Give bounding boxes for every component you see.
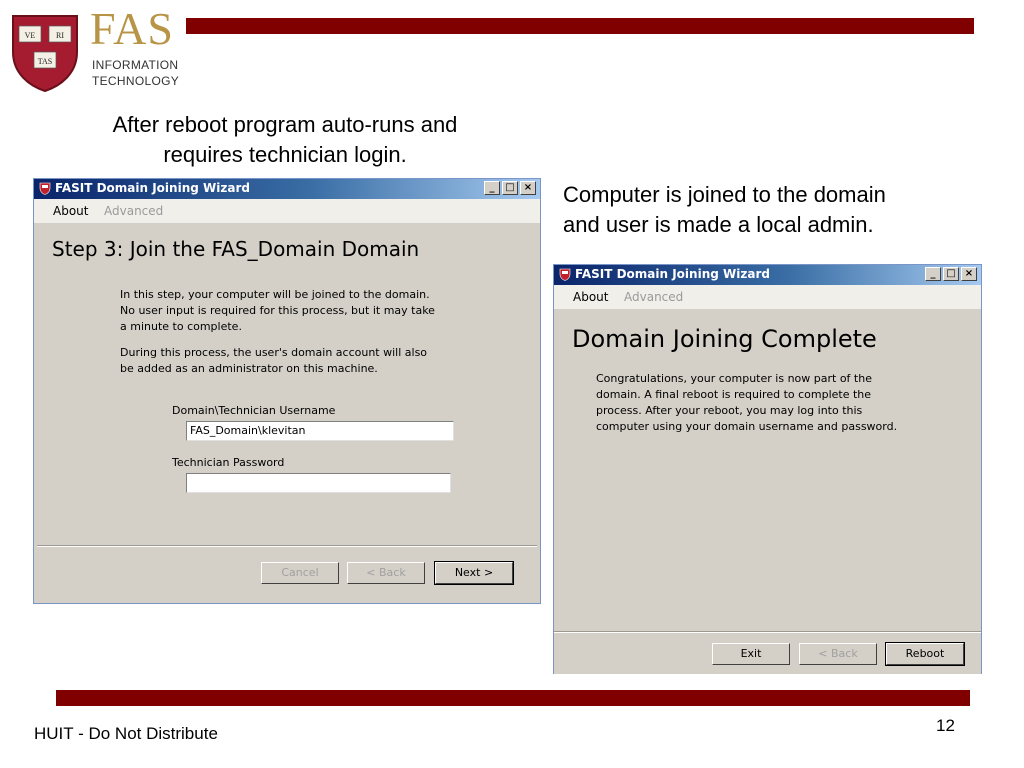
shield-icon (559, 268, 571, 281)
window-titlebar[interactable]: FASIT Domain Joining Wizard _ □ × (554, 265, 981, 285)
message-line: computer using your domain username and … (596, 420, 898, 433)
menu-bar: About Advanced (34, 199, 540, 223)
description-line: a minute to complete. (120, 320, 242, 333)
maximize-button[interactable]: □ (943, 267, 959, 281)
description-line: No user input is required for this proce… (120, 304, 435, 317)
footer-text: HUIT - Do Not Distribute (34, 724, 218, 743)
button-panel: Cancel < Back Next > (37, 545, 537, 602)
window-title: FASIT Domain Joining Wizard (55, 181, 250, 195)
logo-title: FAS (90, 3, 174, 54)
window-titlebar[interactable]: FASIT Domain Joining Wizard _ □ × (34, 179, 540, 199)
left-caption: After reboot program auto-runs and requi… (60, 110, 510, 170)
cancel-button[interactable]: Cancel (261, 562, 339, 584)
shield-text-tas: TAS (38, 57, 52, 66)
password-label: Technician Password (172, 456, 285, 469)
message-line: Congratulations, your computer is now pa… (596, 372, 872, 385)
exit-button[interactable]: Exit (712, 643, 790, 665)
footer-rule (56, 690, 970, 706)
next-button[interactable]: Next > (434, 561, 514, 585)
wizard-window-complete: FASIT Domain Joining Wizard _ □ × About … (553, 264, 982, 674)
logo-subtitle-1: INFORMATION (92, 58, 179, 72)
password-field[interactable] (186, 473, 451, 493)
close-button[interactable]: × (961, 267, 977, 281)
back-button[interactable]: < Back (347, 562, 425, 584)
description-line: be added as an administrator on this mac… (120, 362, 378, 375)
left-caption-line-1: After reboot program auto-runs and (112, 112, 458, 137)
menu-advanced[interactable]: Advanced (104, 204, 163, 218)
step-heading: Step 3: Join the FAS_Domain Domain (52, 237, 420, 261)
menu-about[interactable]: About (53, 204, 88, 218)
harvard-shield-logo: VE RI TAS (12, 15, 78, 92)
button-panel: Exit < Back Reboot (554, 631, 981, 674)
right-caption-line-1: Computer is joined to the domain (563, 182, 886, 207)
description-line: In this step, your computer will be join… (120, 288, 430, 301)
message-line: process. After your reboot, you may log … (596, 404, 863, 417)
window-title: FASIT Domain Joining Wizard (575, 267, 770, 281)
shield-text-ri: RI (56, 31, 64, 40)
completion-heading: Domain Joining Complete (572, 325, 877, 353)
minimize-button[interactable]: _ (925, 267, 941, 281)
maximize-button[interactable]: □ (502, 181, 518, 195)
close-button[interactable]: × (520, 181, 536, 195)
step-description-1: In this step, your computer will be join… (120, 287, 435, 335)
menu-advanced[interactable]: Advanced (624, 290, 683, 304)
username-label: Domain\Technician Username (172, 404, 336, 417)
page-number: 12 (936, 716, 955, 735)
back-button[interactable]: < Back (799, 643, 877, 665)
reboot-button[interactable]: Reboot (885, 642, 965, 666)
menu-about[interactable]: About (573, 290, 608, 304)
step-description-2: During this process, the user's domain a… (120, 345, 427, 377)
minimize-button[interactable]: _ (484, 181, 500, 195)
shield-icon (39, 182, 51, 195)
header-rule (186, 18, 974, 34)
username-field[interactable]: FAS_Domain\klevitan (186, 421, 454, 441)
logo-subtitle-2: TECHNOLOGY (92, 74, 180, 88)
completion-message: Congratulations, your computer is now pa… (596, 371, 897, 435)
right-caption-line-2: and user is made a local admin. (563, 212, 874, 237)
wizard-window-step3: FASIT Domain Joining Wizard _ □ × About … (33, 178, 541, 604)
description-line: During this process, the user's domain a… (120, 346, 428, 359)
shield-text-ve: VE (25, 31, 36, 40)
right-caption: Computer is joined to the domain and use… (563, 180, 983, 240)
message-line: domain. A final reboot is required to co… (596, 388, 872, 401)
left-caption-line-2: requires technician login. (163, 142, 407, 167)
menu-bar: About Advanced (554, 285, 981, 309)
